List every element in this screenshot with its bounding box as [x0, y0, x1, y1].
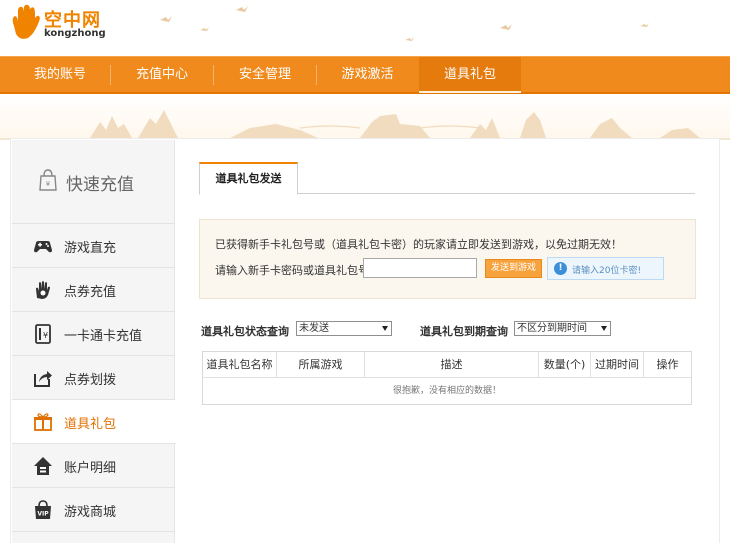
sidebar-item-game-direct-recharge[interactable]: 游戏直充: [12, 224, 175, 268]
main-navigation: 我的账号 充值中心 安全管理 游戏激活 道具礼包: [0, 56, 730, 94]
nav-recharge-center[interactable]: 充值中心: [120, 57, 204, 93]
kongzhong-logo[interactable]: 空中网 kongzhong: [8, 4, 118, 44]
column-header-action: 操作: [656, 358, 679, 371]
expiry-filter-select[interactable]: 不区分到期时间: [514, 321, 611, 336]
sidebar-item-label: 点券划拨: [64, 373, 117, 388]
hint-text: 请输入20位卡密!: [572, 266, 642, 276]
info-icon: !: [554, 262, 567, 275]
hand-coin-icon: [36, 281, 50, 299]
gamepad-icon: [34, 241, 52, 253]
nav-my-account[interactable]: 我的账号: [20, 57, 100, 93]
expiry-filter-value: 不区分到期时间: [517, 323, 587, 334]
column-header-name: 道具礼包名称: [203, 352, 277, 378]
sidebar-item-label: 点券充值: [64, 285, 117, 300]
svg-text:¥: ¥: [43, 331, 48, 340]
transfer-icon: [34, 371, 52, 387]
filter-bar: 道具礼包状态查询 未发送 道具礼包到期查询 不区分到期时间: [201, 320, 696, 340]
status-filter-label: 道具礼包状态查询: [201, 325, 289, 338]
tab-gift-pack-send[interactable]: 道具礼包发送: [199, 162, 298, 195]
sidebar-item-label: 道具礼包: [64, 417, 117, 432]
column-header-expiry: 过期时间: [591, 352, 644, 378]
input-hint-tooltip: ! 请输入20位卡密!: [547, 257, 664, 280]
nav-security[interactable]: 安全管理: [222, 57, 308, 93]
nav-game-activation[interactable]: 游戏激活: [325, 57, 410, 93]
sidebar-item-gift-pack[interactable]: 道具礼包: [12, 400, 176, 444]
sidebar-item-points-transfer[interactable]: 点券划拨: [12, 356, 175, 400]
empty-table-message: 很抱歉，没有相应的数据！: [392, 386, 501, 396]
nav-item-gift-pack[interactable]: 道具礼包: [419, 57, 521, 93]
nav-divider: [213, 65, 214, 85]
svg-text:¥: ¥: [46, 180, 51, 188]
birds-decoration: [160, 6, 649, 41]
chevron-down-icon: [601, 326, 607, 331]
sidebar-item-game-mall[interactable]: VIP 游戏商城: [12, 488, 175, 532]
site-header: 空中网 kongzhong: [0, 0, 730, 56]
status-filter-value: 未发送: [299, 323, 329, 334]
sidebar-item-card-recharge[interactable]: ¥ 一卡通卡充值: [12, 312, 175, 356]
sidebar-item-account-details[interactable]: 账户明细: [12, 444, 175, 488]
vip-bag-icon: VIP: [35, 500, 51, 519]
gift-pack-table: 道具礼包名称 所属游戏 描述 数量(个) 过期时间 操作 很抱歉，没有相应的数据…: [202, 351, 692, 405]
nav-divider: [316, 65, 317, 85]
hand-logo-icon: [12, 4, 40, 39]
chevron-down-icon: [382, 326, 388, 331]
send-gift-panel: 已获得新手卡礼包号或（道具礼包卡密）的玩家请立即发送到游戏，以免过期无效！ 请输…: [199, 219, 696, 299]
shopping-bag-icon: ¥: [39, 169, 57, 191]
expiry-filter-label: 道具礼包到期查询: [420, 325, 508, 338]
logo-english-text: kongzhong: [44, 28, 106, 39]
card-code-input[interactable]: [363, 258, 477, 278]
scenery-banner: [0, 94, 730, 140]
card-icon: ¥: [35, 324, 51, 344]
house-icon: [34, 457, 52, 475]
svg-text:VIP: VIP: [37, 511, 49, 518]
column-header-description: 描述: [365, 352, 539, 378]
table-header: 道具礼包名称 所属游戏 描述 数量(个) 过期时间 操作: [203, 352, 691, 378]
sidebar-item-label: 一卡通卡充值: [64, 329, 143, 344]
quick-recharge-header[interactable]: ¥ 快速充值: [12, 140, 175, 224]
send-to-game-button[interactable]: 发送到游戏: [485, 259, 542, 278]
sidebar-item-label: 游戏商城: [64, 505, 117, 520]
sidebar-item-label: 账户明细: [64, 461, 117, 476]
gift-icon: [34, 413, 52, 431]
column-header-game: 所属游戏: [277, 352, 365, 378]
card-code-label: 请输入新手卡密码或道具礼包号: [215, 264, 369, 277]
column-header-quantity: 数量(个): [539, 352, 591, 378]
sidebar-item-label: 游戏直充: [64, 241, 117, 256]
content-tab-bar: 道具礼包发送: [199, 162, 695, 195]
quick-recharge-label: 快速充值: [66, 175, 134, 195]
sidebar-item-points-recharge[interactable]: 点券充值: [12, 268, 175, 312]
send-description: 已获得新手卡礼包号或（道具礼包卡密）的玩家请立即发送到游戏，以免过期无效！: [215, 238, 622, 251]
nav-divider: [110, 65, 111, 85]
sidebar: ¥ 快速充值 游戏直充 点券充值 ¥ 一卡通卡充值 点券划拨 道具礼包 账户明细…: [12, 140, 176, 543]
status-filter-select[interactable]: 未发送: [296, 321, 392, 336]
